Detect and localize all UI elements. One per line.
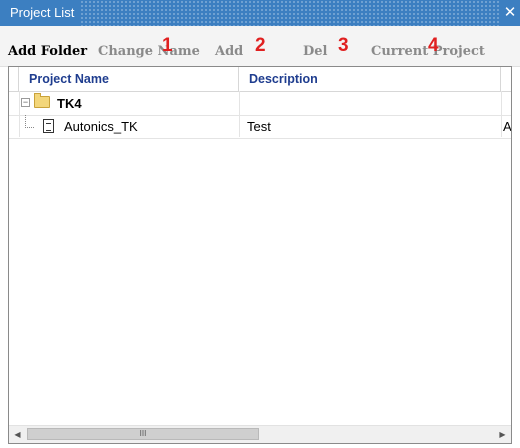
table-row-project[interactable]: Autonics_TK Test AU [9,115,511,139]
row-description: Test [247,119,271,134]
horizontal-scrollbar[interactable]: ◀ III ▶ [9,425,511,443]
add-folder-button[interactable]: Add Folder [8,26,87,66]
scrollbar-thumb[interactable]: III [27,428,259,440]
scroll-right-icon[interactable]: ▶ [494,426,511,443]
annotation-marker-4: 4 [428,35,439,56]
tree-connector [25,115,34,128]
annotation-marker-1: 1 [162,35,173,56]
table-row-folder[interactable]: − TK4 [9,92,511,116]
toolbar: Add Folder Change Name Add Del Current P… [0,26,520,67]
folder-name: TK4 [57,96,82,111]
document-icon [43,119,54,133]
project-name: Autonics_TK [64,119,138,134]
add-button[interactable]: Add [215,26,243,66]
window-title: Project List [0,0,81,26]
close-icon[interactable]: ✕ [500,0,520,26]
row-extra: AU [503,119,512,134]
table-header: Project Name Description Co [9,67,511,92]
column-header-description[interactable]: Description [239,67,501,91]
collapse-icon[interactable]: − [21,98,30,107]
title-bar: Project List ✕ [0,0,520,26]
annotation-marker-3: 3 [338,35,349,56]
column-header-project-name[interactable]: Project Name [19,67,239,91]
project-table: Project Name Description Co − TK4 Autoni… [8,66,512,444]
scroll-left-icon[interactable]: ◀ [9,426,26,443]
del-button[interactable]: Del [303,26,327,66]
folder-icon [34,93,50,108]
column-header-company[interactable]: Co [501,67,511,91]
change-name-button[interactable]: Change Name [98,26,200,66]
header-gutter [9,67,19,91]
annotation-marker-2: 2 [255,35,266,56]
